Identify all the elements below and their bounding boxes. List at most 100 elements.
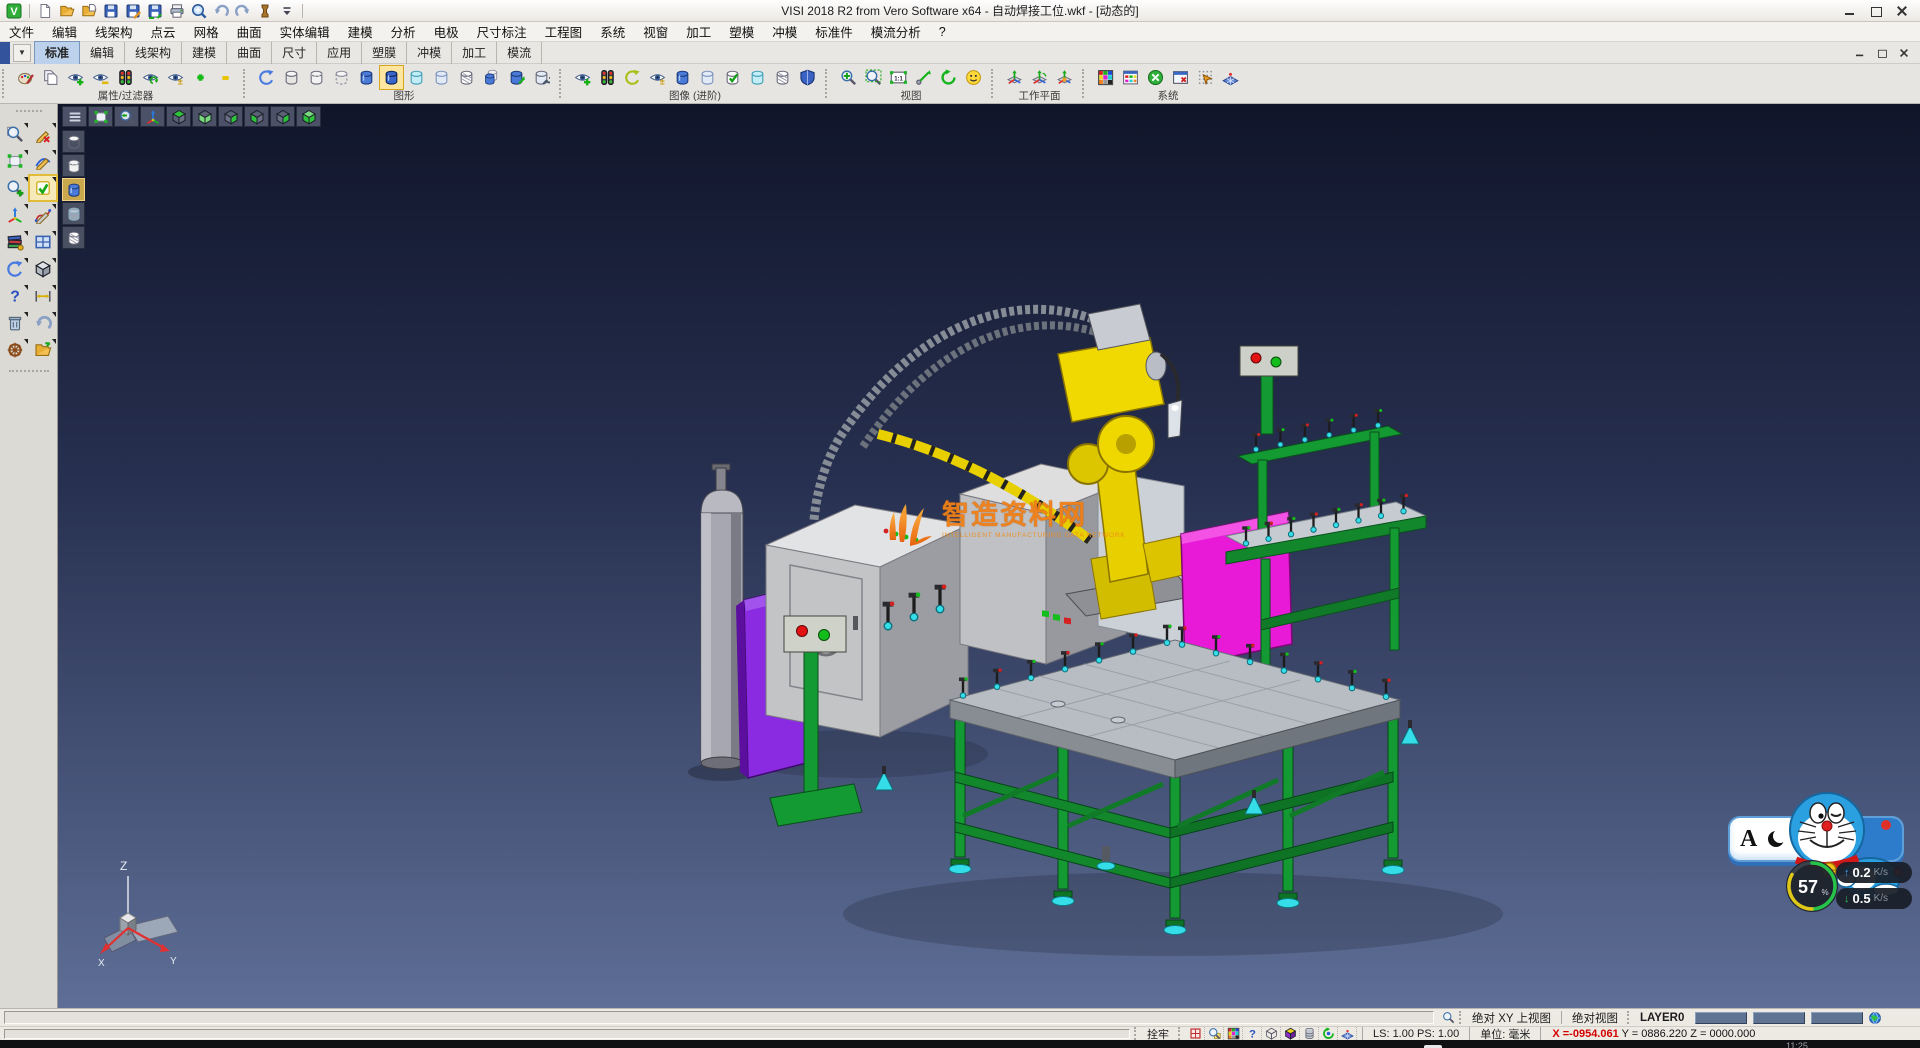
visi-logo-button[interactable]: V [4, 2, 24, 20]
cyl-hatched-button[interactable] [454, 65, 479, 90]
undo-step-button[interactable] [30, 311, 56, 335]
quick-access-overflow-button[interactable] [277, 2, 297, 20]
cyl-wireframe-button[interactable] [279, 65, 304, 90]
spline-edit-button[interactable] [30, 203, 56, 227]
tab-8[interactable]: 冲模 [407, 42, 452, 64]
navigate-wheel-button[interactable] [2, 338, 28, 362]
undo-button[interactable] [211, 2, 231, 20]
rotate-auto-button[interactable] [1319, 1027, 1338, 1040]
help-query-button[interactable]: ? [2, 284, 28, 308]
cyl-copy-button[interactable] [479, 65, 504, 90]
regen-refresh-button[interactable] [2, 257, 28, 281]
tab-10[interactable]: 模流 [497, 42, 542, 64]
mdi-restore-button[interactable] [1877, 48, 1887, 58]
select-filter-button[interactable] [2, 122, 28, 146]
ime-mode-letter[interactable]: A [1740, 826, 1757, 853]
save-button[interactable] [101, 2, 121, 20]
zoom-in-button[interactable] [836, 65, 861, 90]
status-search-icon[interactable] [1442, 1011, 1455, 1024]
measure-distance-button[interactable] [30, 284, 56, 308]
cyl-shaded-button[interactable] [354, 65, 379, 90]
view-ref-indicator[interactable]: 绝对视图 [1567, 1010, 1623, 1026]
line-color-swatch[interactable] [1753, 1012, 1805, 1024]
zoom-actual-button[interactable]: 1:1 [886, 65, 911, 90]
view-left-button[interactable] [244, 106, 269, 127]
view-iso-button[interactable] [296, 106, 321, 127]
layer-cylinder-button[interactable] [1300, 1027, 1319, 1040]
copy-properties-button[interactable] [38, 65, 63, 90]
cyl-hidden-button[interactable] [304, 65, 329, 90]
window-select-button[interactable] [2, 149, 28, 173]
eye-plus-minus-button[interactable]: ± [163, 65, 188, 90]
maximize-button[interactable] [1870, 5, 1882, 17]
view-right-button[interactable] [270, 106, 295, 127]
filter-add-button[interactable] [188, 65, 213, 90]
viewport-3d[interactable]: 智造资料网 INTELLIGENT MANUFACTURING DATA NET… [58, 104, 1920, 1008]
refresh-graphics-button[interactable] [254, 65, 279, 90]
vector-view-button[interactable] [911, 65, 936, 90]
session-history-button[interactable] [255, 2, 275, 20]
shade-hidden-button[interactable] [62, 154, 85, 177]
sidebar-drag-handle[interactable] [16, 110, 42, 114]
shade-ghost-button[interactable] [62, 202, 85, 225]
tab-1[interactable]: 编辑 [80, 42, 125, 64]
cyl-check-button[interactable] [720, 65, 745, 90]
traffic-adv-button[interactable] [595, 65, 620, 90]
view-mode-indicator[interactable]: 绝对 XY 上视图 [1467, 1010, 1556, 1026]
close-button[interactable] [1896, 5, 1908, 17]
layout-window-button[interactable] [30, 230, 56, 254]
validate-check-button[interactable] [30, 176, 56, 200]
cyl-dashed-button[interactable] [329, 65, 354, 90]
plane-grid-button[interactable] [1338, 1027, 1357, 1040]
eye-plus-minus-adv-button[interactable]: ± [645, 65, 670, 90]
fill-color-swatch[interactable] [1811, 1012, 1863, 1024]
net-speed-widget[interactable]: A ' , [1724, 788, 1920, 928]
wcs-toggle-button[interactable] [140, 106, 165, 127]
view-bottom-button[interactable] [192, 106, 217, 127]
active-layer-indicator[interactable]: LAYER0 [1635, 1012, 1689, 1024]
insert-file-button[interactable] [79, 2, 99, 20]
refresh-adv-button[interactable] [620, 65, 645, 90]
cyl-transparent-button[interactable] [404, 65, 429, 90]
cyl-modify-button[interactable] [504, 65, 529, 90]
cyl-settings-button[interactable] [529, 65, 554, 90]
bbox-display-button[interactable] [1262, 1027, 1281, 1040]
erase-entity-button[interactable] [30, 122, 56, 146]
snap-settings-button[interactable] [1193, 65, 1218, 90]
redo-button[interactable] [233, 2, 253, 20]
tab-dropdown-button[interactable]: ▼ [13, 44, 31, 62]
open-file-button[interactable] [57, 2, 77, 20]
zoom-annotate-button[interactable] [1205, 1027, 1224, 1040]
zoom-previous-button[interactable] [114, 106, 139, 127]
minimize-button[interactable] [1844, 5, 1856, 17]
tab-2[interactable]: 线架构 [125, 42, 182, 64]
scene-canvas[interactable] [58, 104, 1920, 1008]
palette-small-button[interactable] [1224, 1027, 1243, 1040]
menu-item-15[interactable]: 塑模 [720, 20, 763, 43]
query-entity-button[interactable]: ? [1243, 1027, 1262, 1040]
cyl-shaded-edges-button[interactable] [379, 65, 404, 90]
paint-properties-button[interactable] [13, 65, 38, 90]
tab-6[interactable]: 应用 [317, 42, 362, 64]
new-document-button[interactable] [35, 2, 55, 20]
cyl-flat-button[interactable] [429, 65, 454, 90]
layer-color-swatch[interactable] [1695, 1012, 1747, 1024]
preview-zoom-button[interactable] [189, 2, 209, 20]
color-table-button[interactable] [1118, 65, 1143, 90]
menu-item-13[interactable]: 视窗 [634, 20, 677, 43]
zoom-window-button[interactable] [861, 65, 886, 90]
export-folder-button[interactable] [30, 338, 56, 362]
cyl-cyan2-button[interactable] [745, 65, 770, 90]
tab-3[interactable]: 建模 [182, 42, 227, 64]
viewport-menu-button[interactable] [62, 106, 87, 127]
menu-item-19[interactable]: ? [930, 23, 955, 41]
wcs-axes-button[interactable] [2, 203, 28, 227]
scale-indicator[interactable]: LS: 1.00 PS: 1.00 [1368, 1028, 1464, 1040]
system-settings-button[interactable] [1143, 65, 1168, 90]
shade-shaded-button[interactable] [62, 178, 85, 201]
save-all-button[interactable] [145, 2, 165, 20]
plane-axis-2-button[interactable] [1027, 65, 1052, 90]
eye-add-adv-button[interactable] [570, 65, 595, 90]
plane-axis-3-button[interactable] [1052, 65, 1077, 90]
cyl-light-button[interactable] [695, 65, 720, 90]
